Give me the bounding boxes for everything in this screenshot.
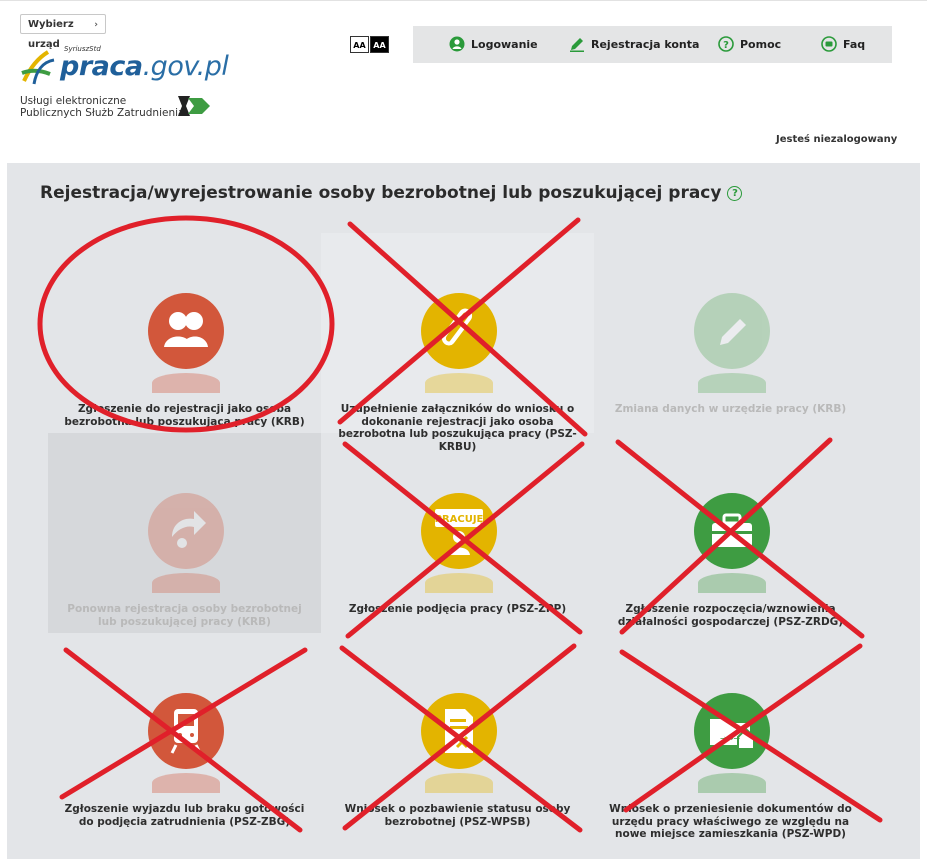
tile-psz-zbg[interactable]: Zgłoszenie wyjazdu lub braku gotowości d… [48, 633, 321, 833]
services-line2: Publicznych Służb Zatrudnienia [20, 107, 185, 119]
tile-label: Zgłoszenie podjęcia pracy (PSZ-ZPP) [348, 603, 567, 615]
user-icon [449, 36, 465, 52]
nav-register-label: Rejestracja konta [591, 38, 700, 51]
document-x-icon [421, 693, 497, 769]
font-size-normal-button[interactable]: AA [350, 36, 369, 53]
icon-reflection [425, 573, 493, 593]
page-title-text: Rejestracja/wyrejestrowanie osoby bezrob… [40, 183, 722, 203]
chevron-right-icon: › [94, 20, 98, 30]
icon-reflection [425, 373, 493, 393]
pencil-icon [570, 38, 584, 52]
tile-label: Zmiana danych w urzędzie pracy (KRB) [614, 403, 847, 415]
icon-reflection [698, 573, 766, 593]
icon-reflection [152, 573, 220, 593]
tile-krb-registration[interactable]: Zgłoszenie do rejestracji jako osoba bez… [48, 233, 321, 433]
icon-reflection [698, 373, 766, 393]
services-line1: Usługi elektroniczne [20, 95, 127, 107]
nav-login-label: Logowanie [471, 38, 538, 51]
top-navigation: Logowanie Rejestracja konta ? Pomoc Faq [413, 26, 892, 63]
svg-text:?: ? [723, 40, 729, 51]
job-sign-text: PRACUJĘ [435, 514, 484, 525]
psz-arrows-icon [178, 96, 210, 116]
logo-emblem-icon [21, 50, 55, 85]
tile-psz-wpsb[interactable]: Wniosek o pozbawienie statusu osoby bezr… [321, 633, 594, 833]
page-title: Rejestracja/wyrejestrowanie osoby bezrob… [40, 183, 743, 203]
briefcase-icon [694, 493, 770, 569]
nav-help-label: Pomoc [740, 38, 782, 51]
tile-psz-wpd[interactable]: →→→ Wniosek o przeniesienie dokumentów d… [594, 633, 867, 840]
office-select-button[interactable]: Wybierz urząd › [20, 14, 106, 50]
font-size-large-button[interactable]: AA [370, 36, 389, 53]
chat-icon [821, 36, 837, 52]
pencil-icon [694, 293, 770, 369]
tile-label: Wniosek o pozbawienie statusu osoby bezr… [344, 803, 571, 828]
tile-psz-zpp[interactable]: PRACUJĘ Zgłoszenie podjęcia pracy (PSZ-Z… [321, 433, 594, 633]
svg-text:→→→: →→→ [720, 734, 740, 743]
logo-brand-text: praca [60, 51, 143, 82]
question-icon: ? [718, 36, 734, 52]
nav-faq-label: Faq [843, 38, 866, 51]
tile-label: Zgłoszenie do rejestracji jako osoba bez… [64, 403, 305, 428]
icon-reflection [425, 773, 493, 793]
services-caption: Usługi elektroniczne Publicznych Służb Z… [20, 95, 184, 119]
logo-domain-text: .gov.pl [142, 51, 229, 82]
tile-change-data: Zmiana danych w urzędzie pracy (KRB) [594, 233, 867, 433]
tile-label: Wniosek o przeniesienie dokumentów do ur… [609, 803, 852, 840]
icon-reflection [152, 773, 220, 793]
help-question-icon[interactable]: ? [727, 186, 743, 201]
login-status-text: Jesteś niezalogowany [776, 134, 898, 145]
train-icon [148, 693, 224, 769]
icon-reflection [152, 373, 220, 393]
main-panel: Rejestracja/wyrejestrowanie osoby bezrob… [7, 163, 920, 859]
return-user-icon [148, 493, 224, 569]
tile-psz-zrdg[interactable]: Zgłoszenie rozpoczęcia/wznowienia działa… [594, 433, 867, 633]
font-size-switcher: AA AA [350, 33, 389, 53]
job-sign-icon: PRACUJĘ [421, 493, 497, 569]
tile-label: Zgłoszenie wyjazdu lub braku gotowości d… [64, 803, 305, 828]
tile-psz-krbu[interactable]: Uzupełnienie załączników do wniosku o do… [321, 233, 594, 453]
logo-wordmark: praca.gov.pl [60, 51, 229, 82]
paperclip-icon [421, 293, 497, 369]
tile-re-registration: Ponowna rejestracja osoby bezrobotnej lu… [48, 433, 321, 633]
icon-reflection [698, 773, 766, 793]
people-icon [148, 293, 224, 369]
top-divider [0, 0, 927, 1]
praca-gov-logo[interactable]: SyriuszStd praca.gov.pl [20, 45, 229, 88]
tile-label: Zgłoszenie rozpoczęcia/wznowienia działa… [617, 603, 844, 628]
tile-label: Ponowna rejestracja osoby bezrobotnej lu… [67, 603, 302, 628]
folder-house-icon: →→→ [694, 693, 770, 769]
